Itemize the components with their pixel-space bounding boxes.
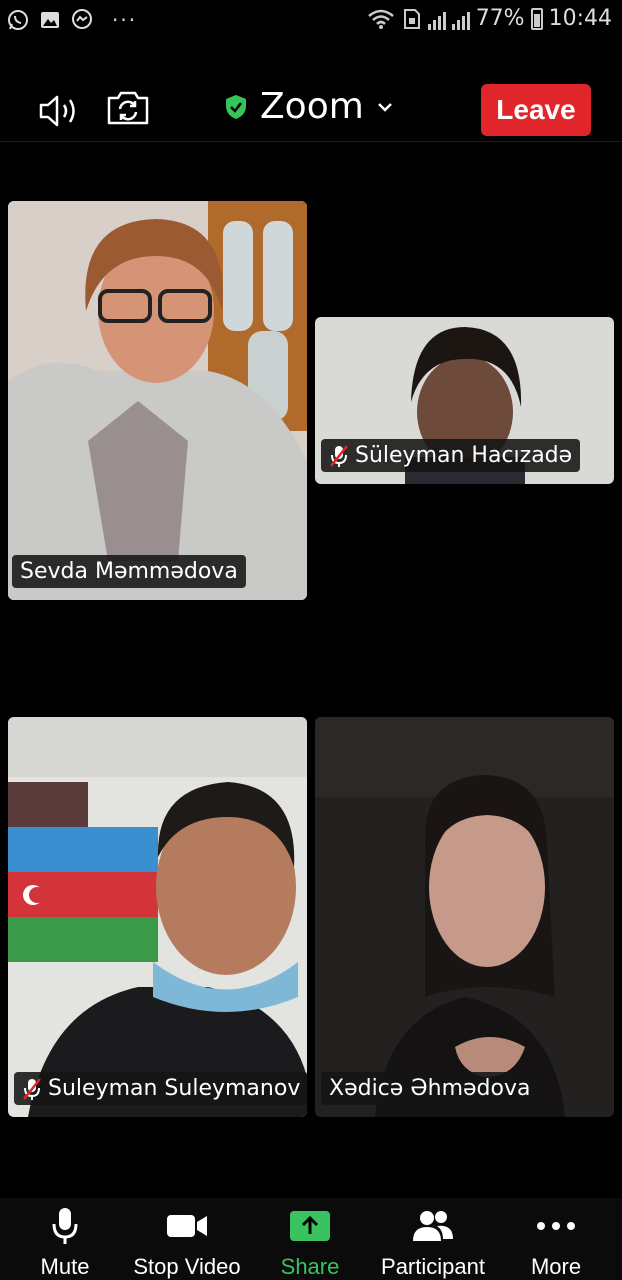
share-button[interactable]: Share xyxy=(270,1198,350,1280)
participant-name-tag: Süleyman Hacızadə xyxy=(321,439,581,472)
participant-name-tag: Suleyman Suleymanov xyxy=(14,1072,307,1105)
whatsapp-icon xyxy=(8,10,28,30)
more-notifications-icon: ··· xyxy=(112,8,138,32)
muted-mic-icon xyxy=(330,444,348,467)
messenger-icon xyxy=(72,9,92,29)
share-arrow-icon xyxy=(290,1211,330,1241)
clock: 10:44 xyxy=(548,6,612,31)
participant-name: Suleyman Suleymanov xyxy=(48,1076,301,1101)
signal-icon xyxy=(427,8,446,30)
battery-icon xyxy=(530,7,543,30)
battery-percent: 77% xyxy=(475,6,525,31)
meeting-title[interactable]: Zoom xyxy=(224,86,394,127)
participants-button[interactable]: Participant xyxy=(368,1198,498,1280)
sim-icon xyxy=(403,8,420,29)
microphone-icon xyxy=(52,1208,78,1244)
participant-name: Süleyman Hacızadə xyxy=(355,443,573,468)
participant-name: Sevda Məmmədova xyxy=(20,559,238,584)
share-label: Share xyxy=(280,1254,340,1279)
more-dots-icon xyxy=(537,1222,575,1230)
participant-video-feed xyxy=(315,717,614,1117)
video-tile-participant-1[interactable]: Sevda Məmmədova xyxy=(8,201,307,600)
participants-icon xyxy=(413,1211,453,1241)
shield-check-icon xyxy=(226,94,246,119)
signal-icon xyxy=(451,8,470,30)
participants-label: Participant xyxy=(381,1254,485,1279)
wifi-icon xyxy=(367,9,394,29)
mute-button[interactable]: Mute xyxy=(24,1198,106,1280)
chevron-down-icon xyxy=(377,102,392,112)
more-button[interactable]: More xyxy=(518,1198,594,1280)
gallery-icon xyxy=(41,12,59,28)
video-tile-participant-3[interactable]: Suleyman Suleymanov xyxy=(8,717,307,1117)
video-camera-icon xyxy=(167,1215,207,1237)
participant-video-feed xyxy=(8,717,307,1117)
participant-name-tag: Xədicə Əhmədova xyxy=(321,1072,539,1105)
leave-button[interactable]: Leave xyxy=(481,84,591,136)
participant-name-tag: Sevda Məmmədova xyxy=(12,555,246,588)
toolbar-divider xyxy=(0,141,622,142)
mute-label: Mute xyxy=(40,1254,90,1279)
switch-camera-icon[interactable] xyxy=(106,88,150,128)
meeting-title-label: Zoom xyxy=(260,86,364,127)
more-label: More xyxy=(530,1254,582,1279)
stop-video-button[interactable]: Stop Video xyxy=(124,1198,250,1280)
meeting-controls: Mute Stop Video Share Participant More xyxy=(0,1198,622,1280)
status-bar: ··· 77% 10:44 xyxy=(0,0,622,44)
muted-mic-icon xyxy=(23,1077,41,1100)
speaker-icon[interactable] xyxy=(38,94,82,128)
meeting-toolbar: Zoom Leave xyxy=(0,80,622,142)
video-tile-participant-2[interactable]: Süleyman Hacızadə xyxy=(315,317,614,484)
participant-video-feed xyxy=(8,201,307,600)
stop-video-label: Stop Video xyxy=(133,1254,241,1279)
participant-name: Xədicə Əhmədova xyxy=(329,1076,531,1101)
video-tile-participant-4[interactable]: Xədicə Əhmədova xyxy=(315,717,614,1117)
